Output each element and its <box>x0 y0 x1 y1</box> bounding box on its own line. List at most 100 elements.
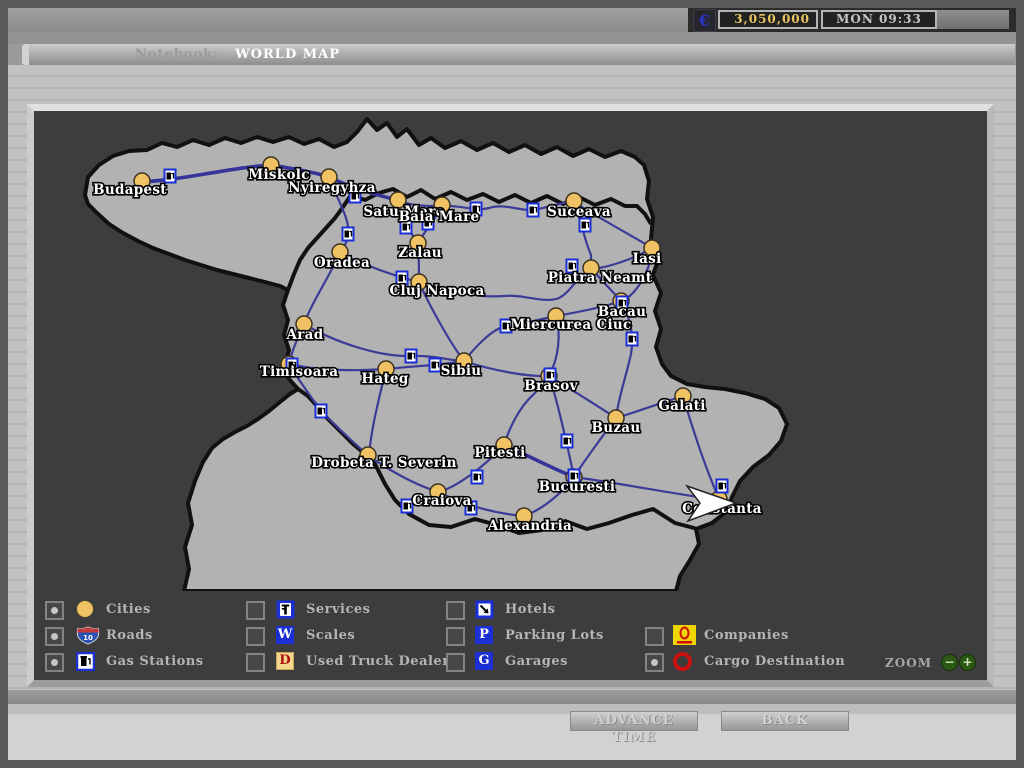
gas-station-icon <box>430 359 441 372</box>
legend-checkbox-roads[interactable] <box>45 627 64 646</box>
top-bar-lower <box>8 32 1016 44</box>
legend-checkbox-gas-stations[interactable] <box>45 653 64 672</box>
advance-time-button[interactable]: ADVANCE TIME <box>570 711 698 731</box>
legend-icon-used-truck-dealers: D <box>276 651 300 671</box>
city-label: Miercurea Ciuc <box>510 317 631 333</box>
gas-station-icon <box>316 405 327 418</box>
used-truck-dealer-icon: D <box>276 652 294 670</box>
legend-icon-parking-lots: P <box>475 625 499 645</box>
legend-checkbox-used-truck-dealers[interactable] <box>246 653 265 672</box>
legend-icon-garages: G <box>475 651 499 671</box>
legend-icon-hotels <box>475 599 499 619</box>
gas-station-icon <box>717 480 728 493</box>
legend-checkbox-hotels[interactable] <box>446 601 465 620</box>
checkbox-dot <box>651 659 658 666</box>
legend-label-roads: Roads <box>106 628 153 643</box>
legend-checkbox-scales[interactable] <box>246 627 265 646</box>
checkbox-dot <box>51 633 58 640</box>
garage-icon: G <box>475 652 493 670</box>
legend-checkbox-garages[interactable] <box>446 653 465 672</box>
city-label: Pitesti <box>474 445 525 461</box>
svg-text:10: 10 <box>83 634 93 642</box>
gas-station-icon <box>76 652 95 671</box>
legend-label-parking-lots: Parking Lots <box>505 628 604 643</box>
legend-label-services: Services <box>306 602 371 617</box>
city-label: Galati <box>658 398 705 414</box>
legend-label-cities: Cities <box>106 602 151 617</box>
world-map[interactable]: BudapestMiskolcNyiregyhzaSatu MareBaia M… <box>34 111 987 591</box>
legend-icon-roads: 10 <box>76 625 100 645</box>
zoom-out-button[interactable]: − <box>941 654 958 671</box>
legend-checkbox-parking-lots[interactable] <box>446 627 465 646</box>
interstate-shield-icon: 10 <box>76 626 100 645</box>
legend-icon-services <box>276 599 300 619</box>
gas-station-icon <box>627 333 638 346</box>
zoom-control: ZOOM − + <box>862 653 982 673</box>
page-title: WORLD MAP <box>235 47 340 62</box>
status-panel: € 3,050,000 MON 09:33 <box>688 8 1016 32</box>
city-label: Suceava <box>547 204 611 220</box>
euro-currency-icon: € <box>693 9 716 32</box>
legend-label-scales: Scales <box>306 628 355 643</box>
zoom-label: ZOOM <box>862 656 932 670</box>
clock-display: MON 09:33 <box>821 10 937 29</box>
city-label: Drobeta T. Severin <box>311 455 456 471</box>
notebook-label: Notebook: <box>135 47 219 62</box>
services-icon <box>276 600 295 619</box>
hotel-icon <box>475 600 494 619</box>
legend-icon-companies <box>673 625 697 645</box>
money-display: 3,050,000 <box>718 10 818 29</box>
legend-checkbox-services[interactable] <box>246 601 265 620</box>
city-label: Craiova <box>412 493 471 509</box>
city-label: Nyiregyhza <box>288 180 376 196</box>
legend-label-cargo-destination: Cargo Destination <box>704 654 845 669</box>
gas-station-icon <box>402 500 413 513</box>
city-label: Bucuresti <box>539 479 616 495</box>
checkbox-dot <box>51 659 58 666</box>
map-panel: BudapestMiskolcNyiregyhzaSatu MareBaia M… <box>27 104 994 687</box>
legend-icon-gas-stations <box>76 651 100 671</box>
legend-checkbox-companies[interactable] <box>645 627 664 646</box>
status-panel-tail <box>937 10 1009 29</box>
legend-label-hotels: Hotels <box>505 602 556 617</box>
city-label: Timisoara <box>260 364 339 380</box>
legend-label-used-truck-dealers: Used Truck Dealers <box>306 654 457 669</box>
panel-shadow-band <box>8 690 1016 704</box>
city-label: Budapest <box>93 182 167 198</box>
gas-station-icon <box>562 435 573 448</box>
gas-station-icon <box>343 228 354 241</box>
city-label: Cluj Napoca <box>389 283 484 299</box>
cities-icon <box>76 600 94 618</box>
legend-icon-cities <box>76 599 100 619</box>
legend-label-companies: Companies <box>704 628 789 643</box>
gas-station-icon <box>165 170 176 183</box>
gas-station-icon <box>580 219 591 232</box>
map-legend: ZOOM − + Cities 10 Roads Gas Stations Servic… <box>34 591 987 680</box>
bottom-area <box>8 714 1016 760</box>
back-button[interactable]: BACK <box>721 711 849 731</box>
legend-label-gas-stations: Gas Stations <box>106 654 204 669</box>
legend-icon-scales: W <box>276 625 300 645</box>
city-label: Alexandria <box>487 518 572 534</box>
legend-checkbox-cities[interactable] <box>45 601 64 620</box>
city-label: Zalau <box>398 245 442 261</box>
window-frame-right <box>1016 0 1024 768</box>
scales-icon: W <box>276 626 294 644</box>
legend-icon-cargo-destination <box>673 651 697 671</box>
gas-station-icon <box>528 204 539 217</box>
zoom-in-button[interactable]: + <box>959 654 976 671</box>
city-label: Hateg <box>361 371 409 387</box>
city-label: Brasov <box>524 378 578 394</box>
gas-station-icon <box>472 471 483 484</box>
legend-checkbox-cargo-destination[interactable] <box>645 653 664 672</box>
city-label: Iasi <box>633 251 662 267</box>
city-label: Sibiu <box>441 363 482 379</box>
city-label: Arad <box>286 327 324 343</box>
gas-station-icon <box>406 350 417 363</box>
city-label: Buzau <box>592 420 641 436</box>
window-frame-left <box>0 0 8 768</box>
legend-label-garages: Garages <box>505 654 568 669</box>
parking-icon: P <box>475 626 493 644</box>
window-frame-top <box>0 0 1024 8</box>
cargo-destination-icon <box>673 652 692 671</box>
